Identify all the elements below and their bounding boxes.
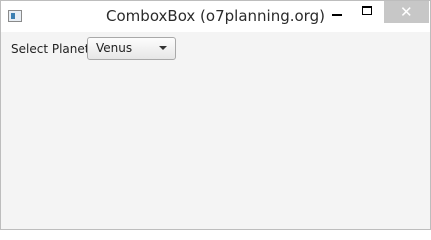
close-button[interactable]: ✕ <box>384 1 429 23</box>
close-icon: ✕ <box>400 3 413 21</box>
app-window: ComboxBox (o7planning.org) ✕ Select Plan… <box>0 0 431 230</box>
maximize-button[interactable] <box>353 1 381 23</box>
title-bar[interactable]: ComboxBox (o7planning.org) ✕ <box>1 1 430 32</box>
planet-label: Select Planet: <box>11 42 94 56</box>
minimize-button[interactable] <box>323 1 351 23</box>
planet-combobox[interactable]: Venus <box>87 37 176 60</box>
minimize-icon <box>332 14 342 16</box>
maximize-icon <box>362 6 372 15</box>
content-pane: Select Planet: Venus <box>1 32 430 229</box>
planet-combobox-value: Venus <box>96 41 133 55</box>
chevron-down-icon[interactable] <box>159 46 167 50</box>
